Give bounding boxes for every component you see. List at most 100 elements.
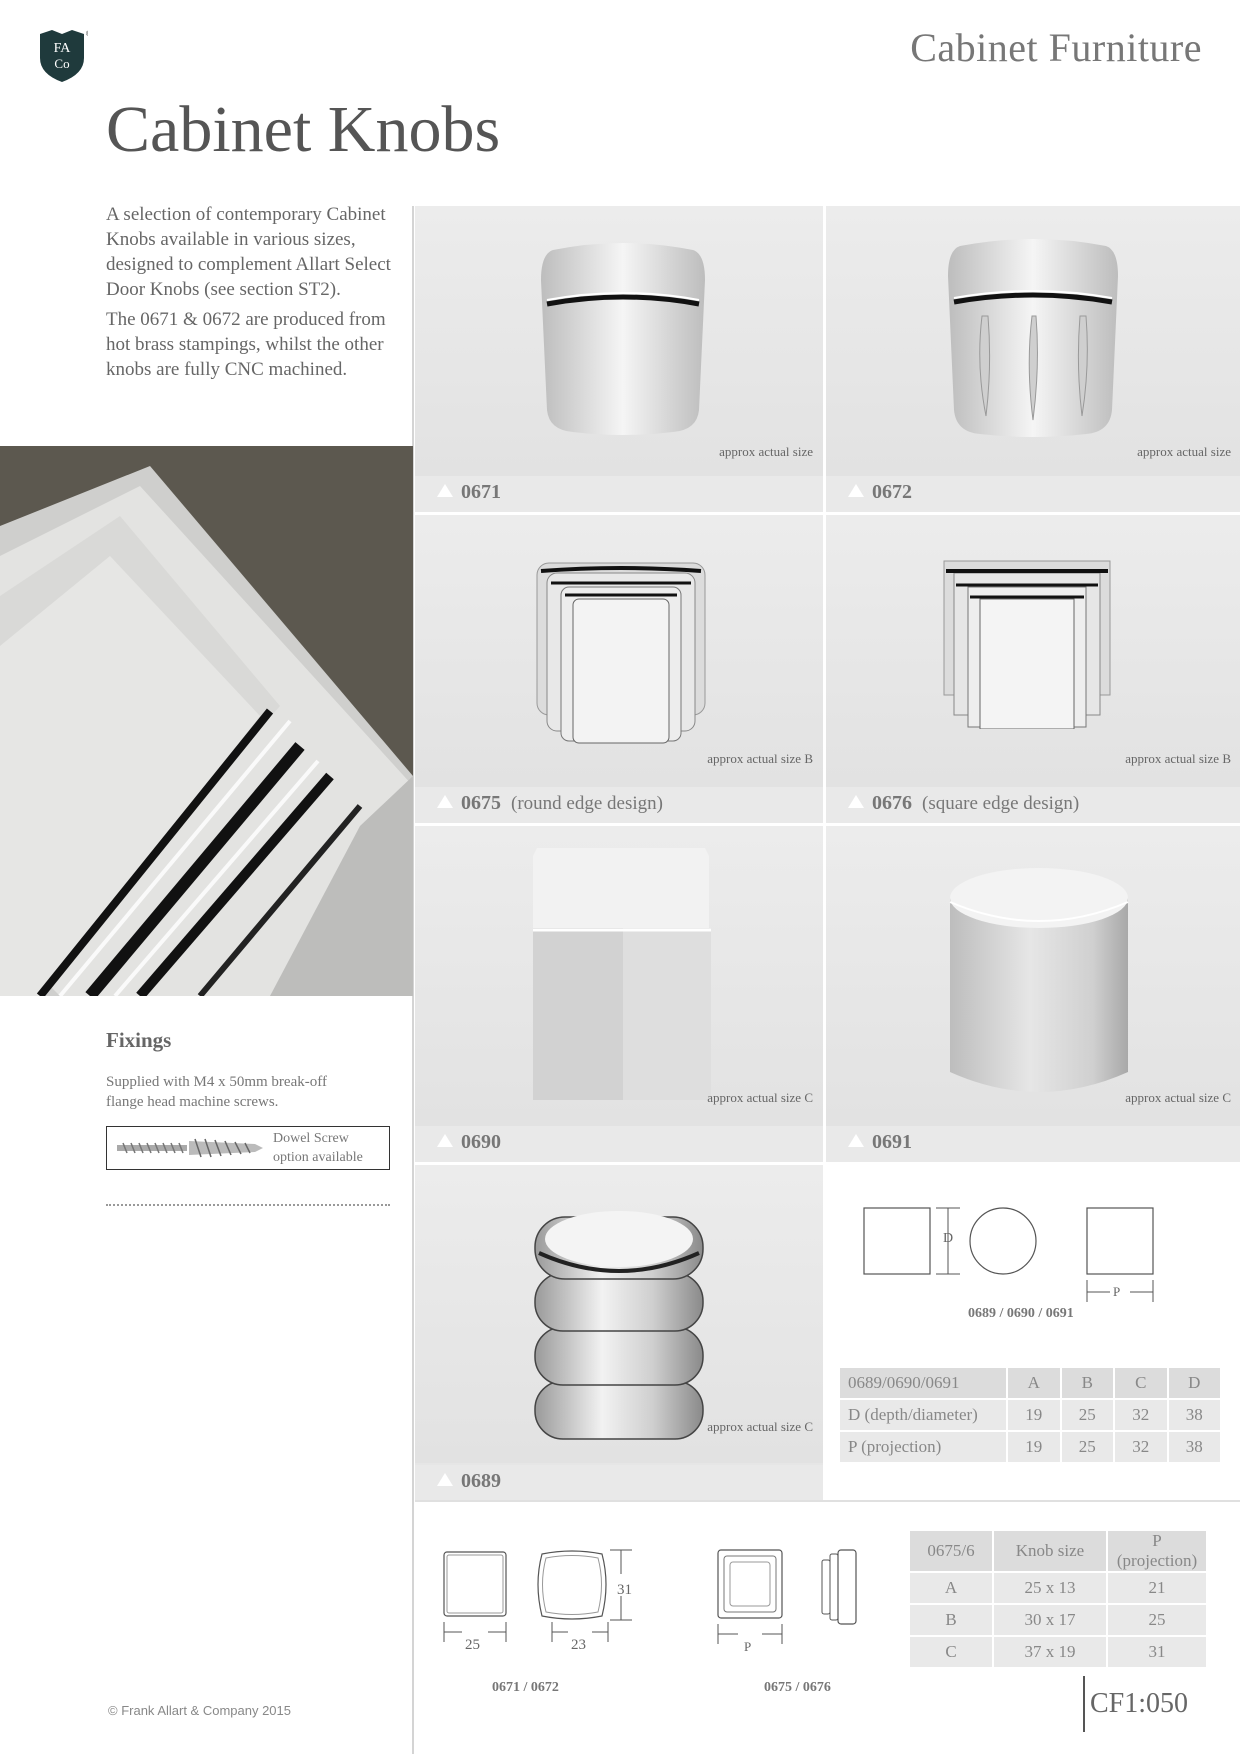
knob-0691-image: [949, 868, 1129, 1092]
table-header-cell: A: [1008, 1368, 1062, 1400]
table-cell: 32: [1115, 1432, 1169, 1464]
product-code: 0690: [437, 1131, 511, 1154]
table-cell: C: [910, 1637, 994, 1669]
table-header-cell: D: [1168, 1368, 1222, 1400]
table-header-cell: 0675/6: [910, 1531, 994, 1573]
approx-size-label: approx actual size B: [707, 751, 813, 766]
table-cell: 25: [1108, 1605, 1208, 1637]
product-code: 0675 (round edge design): [437, 792, 663, 815]
product-code: 0676 (square edge design): [848, 792, 1079, 815]
table-header-cell: 0689/0690/0691: [840, 1368, 1008, 1400]
spec-table-0675-0676: 0675/6 Knob size P (projection) A 25 x 1…: [910, 1531, 1208, 1669]
product-code: 0691: [848, 1131, 922, 1154]
spec-table-0689-0690-0691: 0689/0690/0691 A B C D D (depth/diameter…: [840, 1368, 1222, 1464]
triangle-icon: [437, 1134, 453, 1147]
table-header-row: 0689/0690/0691 A B C D: [840, 1368, 1222, 1400]
dowel-screw-box: Dowel Screw option available: [106, 1126, 390, 1170]
table-header-cell: B: [1061, 1368, 1115, 1400]
table-cell: 25: [1061, 1400, 1115, 1432]
section-title: Cabinet Furniture: [910, 25, 1202, 70]
copyright: © Frank Allart & Company 2015: [108, 1703, 291, 1718]
intro-text: A selection of contemporary Cabinet Knob…: [106, 202, 396, 387]
table-row: A 25 x 13 21: [910, 1573, 1208, 1605]
faco-logo: FA Co ®: [40, 30, 88, 82]
table-cell: 25 x 13: [994, 1573, 1108, 1605]
knob-0671-image: [541, 243, 705, 435]
table-cell: 38: [1168, 1432, 1222, 1464]
diagram-label-0671-0672: 0671 / 0672: [492, 1680, 559, 1695]
table-row: C 37 x 19 31: [910, 1637, 1208, 1669]
table-cell: 37 x 19: [994, 1637, 1108, 1669]
table-cell: A: [910, 1573, 994, 1605]
dimension-diagram-0689-0690-0691: [863, 1207, 1154, 1302]
table-row: D (depth/diameter) 19 25 32 38: [840, 1400, 1222, 1432]
knob-0672-image: [948, 239, 1118, 437]
approx-size-label: approx actual size: [1137, 444, 1231, 459]
triangle-icon: [848, 795, 864, 808]
product-tile-0690: approx actual size C 0690: [415, 826, 823, 1162]
dowel-line-1: Dowel Screw: [273, 1131, 349, 1146]
product-code: 0672: [848, 481, 922, 504]
triangle-icon: [437, 795, 453, 808]
table-cell: 31: [1108, 1637, 1208, 1669]
product-tile-0676: approx actual size B 0676 (square edge de…: [826, 515, 1240, 823]
intro-paragraph-2: The 0671 & 0672 are produced from hot br…: [106, 309, 386, 380]
table-cell: 21: [1108, 1573, 1208, 1605]
product-code: 0671: [437, 481, 511, 504]
triangle-icon: [437, 1473, 453, 1486]
fixings-text: Supplied with M4 x 50mm break-off flange…: [106, 1074, 327, 1110]
fixings-title: Fixings: [106, 1028, 172, 1052]
product-tile-0672: approx actual size 0672: [826, 206, 1240, 512]
section-divider: [415, 1500, 1240, 1502]
table-cell: 19: [1008, 1432, 1062, 1464]
product-tile-0691: approx actual size C 0691: [826, 826, 1240, 1162]
dimension-31-label: 31: [617, 1582, 632, 1598]
knob-0689-image: [534, 1211, 704, 1440]
product-code: 0689: [437, 1470, 511, 1493]
product-tile-0675: approx actual size B 0675 (round edge des…: [415, 515, 823, 823]
table-cell: D (depth/diameter): [840, 1400, 1008, 1432]
diagram-top-label: 0689 / 0690 / 0691: [968, 1306, 1074, 1321]
diagram-label-0675-0676: 0675 / 0676: [764, 1680, 831, 1695]
table-cell: B: [910, 1605, 994, 1637]
table-cell: 25: [1061, 1432, 1115, 1464]
hero-knob-closeup-image: [0, 446, 413, 996]
dowel-screw-image: [117, 1138, 263, 1158]
knob-0675-image: [536, 562, 706, 744]
table-cell: 32: [1115, 1400, 1169, 1432]
dowel-screw-text: Dowel Screw option available: [273, 1129, 363, 1167]
knob-0690-image: [533, 848, 711, 1100]
svg-text:®: ®: [86, 30, 88, 38]
table-cell: P (projection): [840, 1432, 1008, 1464]
table-header-row: 0675/6 Knob size P (projection): [910, 1531, 1208, 1573]
table-header-cell: C: [1115, 1368, 1169, 1400]
svg-text:FA: FA: [54, 41, 72, 56]
table-cell: 30 x 17: [994, 1605, 1108, 1637]
dimension-p-label: P: [1113, 1284, 1121, 1299]
triangle-icon: [437, 484, 453, 497]
approx-size-label: approx actual size: [719, 444, 813, 459]
page-number: CF1:050: [1090, 1688, 1189, 1719]
approx-size-label: approx actual size C: [1125, 1090, 1231, 1105]
table-header-cell: Knob size: [994, 1531, 1108, 1573]
page-number-bar: [1083, 1676, 1085, 1732]
dimension-p-bottom-label: P: [744, 1639, 752, 1654]
table-row: B 30 x 17 25: [910, 1605, 1208, 1637]
product-tile-0671: approx actual size 0671: [415, 206, 823, 512]
table-row: P (projection) 19 25 32 38: [840, 1432, 1222, 1464]
dowel-line-2: option available: [273, 1150, 363, 1165]
table-cell: 38: [1168, 1400, 1222, 1432]
table-header-cell: P (projection): [1108, 1531, 1208, 1573]
dimension-23-label: 23: [571, 1637, 586, 1653]
approx-size-label: approx actual size C: [707, 1090, 813, 1105]
page-title: Cabinet Knobs: [106, 93, 501, 166]
dotted-divider: [106, 1204, 390, 1206]
intro-paragraph-1: A selection of contemporary Cabinet Knob…: [106, 204, 391, 300]
triangle-icon: [848, 1134, 864, 1147]
knob-0676-image: [943, 560, 1111, 729]
triangle-icon: [848, 484, 864, 497]
table-cell: 19: [1008, 1400, 1062, 1432]
approx-size-label: approx actual size B: [1125, 751, 1231, 766]
svg-text:Co: Co: [54, 56, 69, 71]
dimension-diagram-0671-0672-0675-0676: [443, 1549, 857, 1644]
